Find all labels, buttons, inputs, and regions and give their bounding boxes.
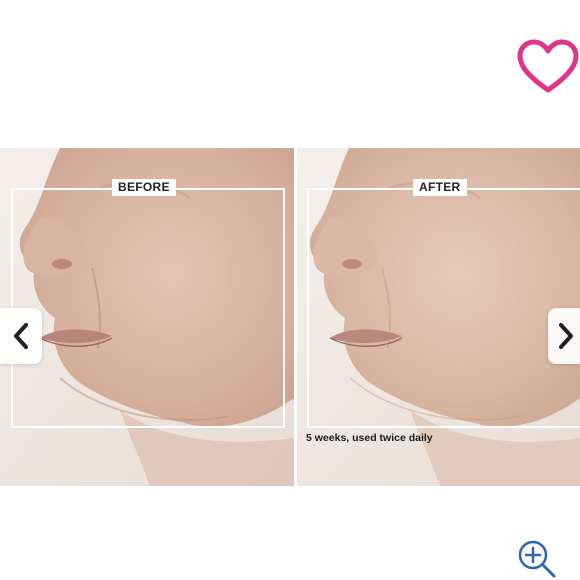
before-frame — [11, 188, 285, 428]
before-panel: BEFORE — [0, 148, 294, 486]
after-frame — [307, 188, 580, 428]
before-after-image: BEFORE AFTER 5 weeks, used twice daily — [0, 148, 580, 486]
before-label: BEFORE — [112, 179, 176, 196]
product-image-viewer: BEFORE AFTER 5 weeks, used twice daily — [0, 0, 580, 580]
previous-image-button[interactable] — [0, 308, 42, 364]
after-label: AFTER — [413, 179, 467, 196]
zoom-button[interactable] — [514, 538, 560, 580]
chevron-right-icon — [559, 323, 573, 349]
heart-outline-icon — [517, 39, 579, 93]
favorite-button[interactable] — [516, 38, 580, 96]
next-image-button[interactable] — [548, 308, 580, 364]
after-panel: AFTER 5 weeks, used twice daily — [297, 148, 580, 486]
zoom-in-icon — [518, 540, 556, 578]
chevron-left-icon — [14, 323, 28, 349]
result-caption: 5 weeks, used twice daily — [306, 432, 433, 444]
